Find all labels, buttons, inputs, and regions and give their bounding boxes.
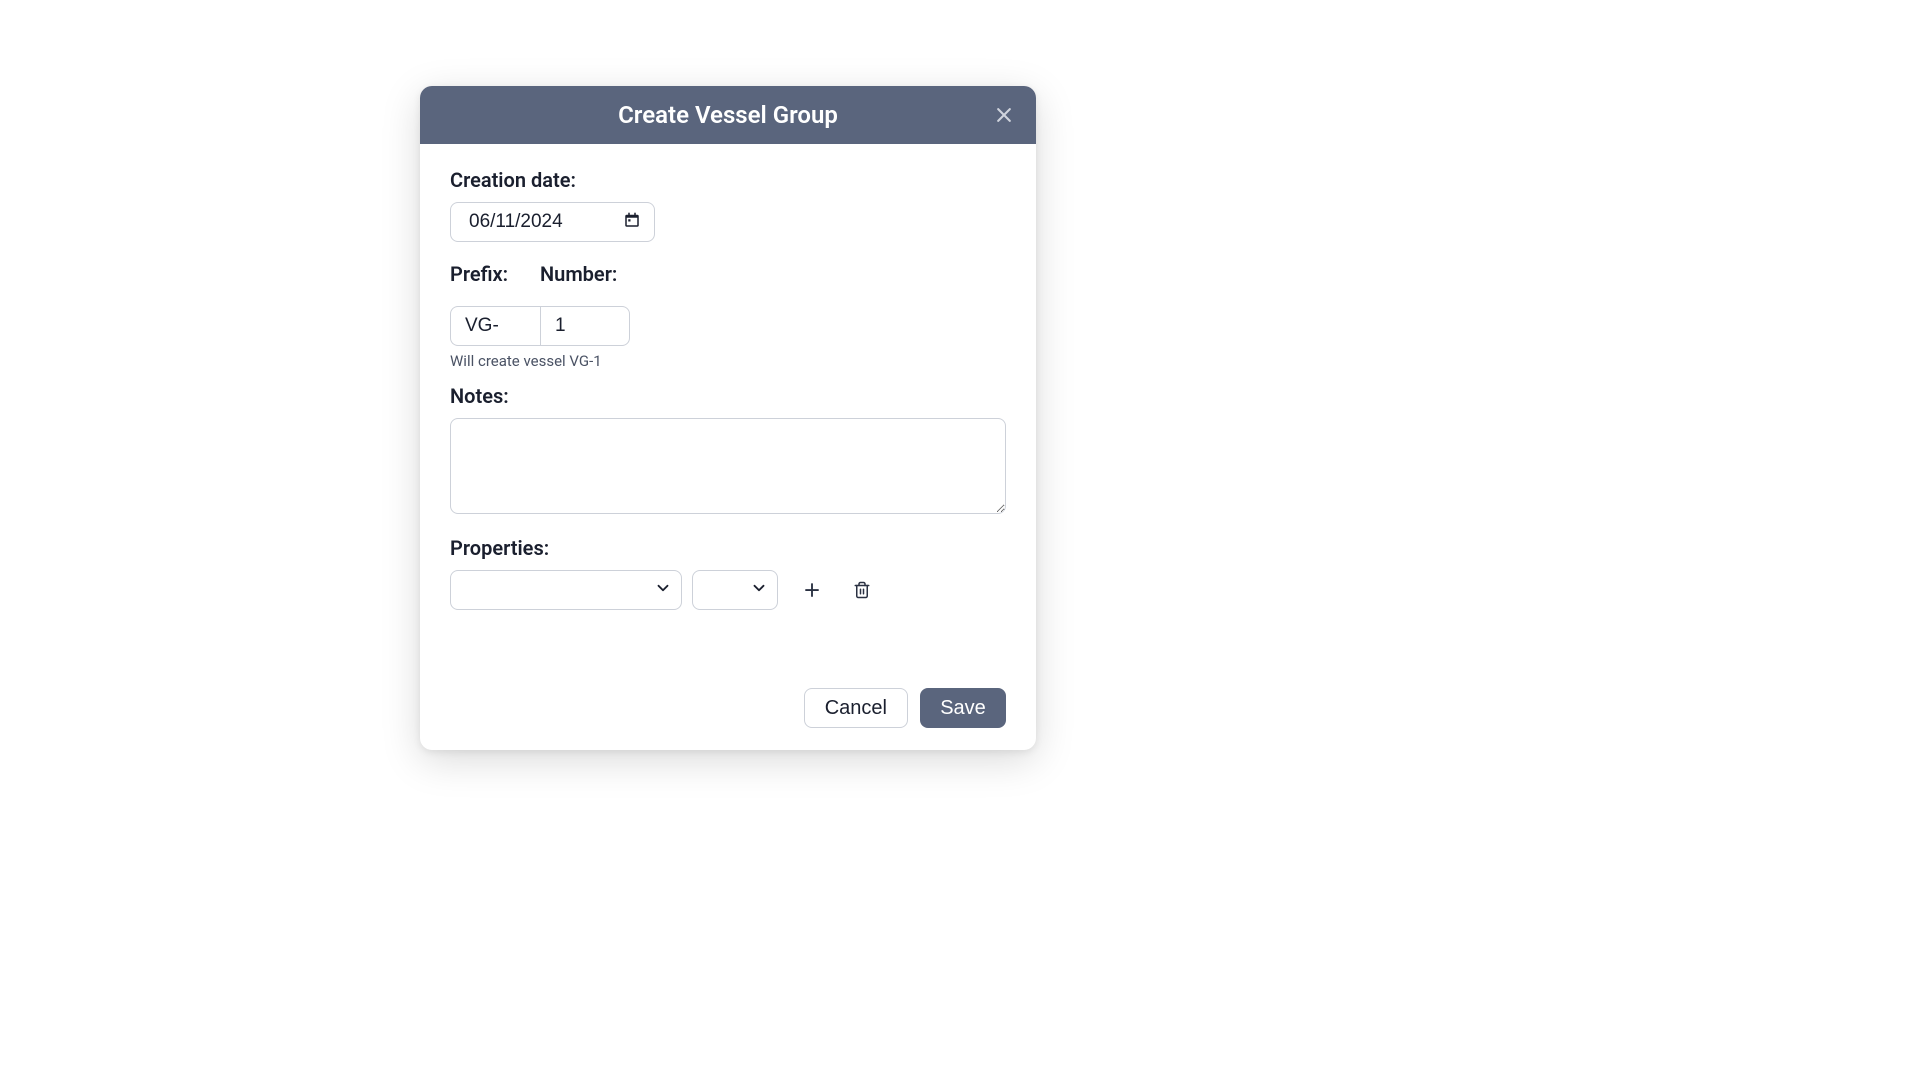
prefix-label: Prefix: [450, 262, 540, 286]
property-value-wrapper [692, 570, 778, 610]
add-property-button[interactable] [796, 574, 828, 606]
properties-row [450, 570, 1006, 610]
cancel-button[interactable]: Cancel [804, 688, 908, 728]
notes-textarea[interactable] [450, 418, 1006, 514]
property-key-wrapper [450, 570, 682, 610]
notes-label: Notes: [450, 384, 1006, 408]
modal-title: Create Vessel Group [618, 101, 838, 129]
plus-icon [803, 581, 821, 599]
delete-property-button[interactable] [846, 574, 878, 606]
trash-icon [853, 581, 871, 599]
close-button[interactable] [990, 101, 1018, 129]
save-button[interactable]: Save [920, 688, 1006, 728]
prefix-number-labels: Prefix: Number: [450, 262, 1006, 296]
number-input[interactable] [540, 306, 630, 346]
creation-hint: Will create vessel VG-1 [450, 352, 1006, 370]
close-icon [994, 105, 1014, 125]
modal-footer: Cancel Save [420, 688, 1036, 750]
create-vessel-group-modal: Create Vessel Group Creation date: [420, 86, 1036, 750]
creation-date-label: Creation date: [450, 168, 1006, 192]
creation-date-input[interactable] [450, 202, 655, 242]
modal-body: Creation date: Prefix: Number: [420, 144, 1036, 688]
number-label: Number: [540, 262, 617, 286]
property-value-select[interactable] [692, 570, 778, 610]
prefix-input[interactable] [450, 306, 540, 346]
creation-date-wrapper [450, 202, 655, 242]
prefix-number-row [450, 306, 1006, 346]
modal-header: Create Vessel Group [420, 86, 1036, 144]
property-key-select[interactable] [450, 570, 682, 610]
properties-label: Properties: [450, 536, 1006, 560]
